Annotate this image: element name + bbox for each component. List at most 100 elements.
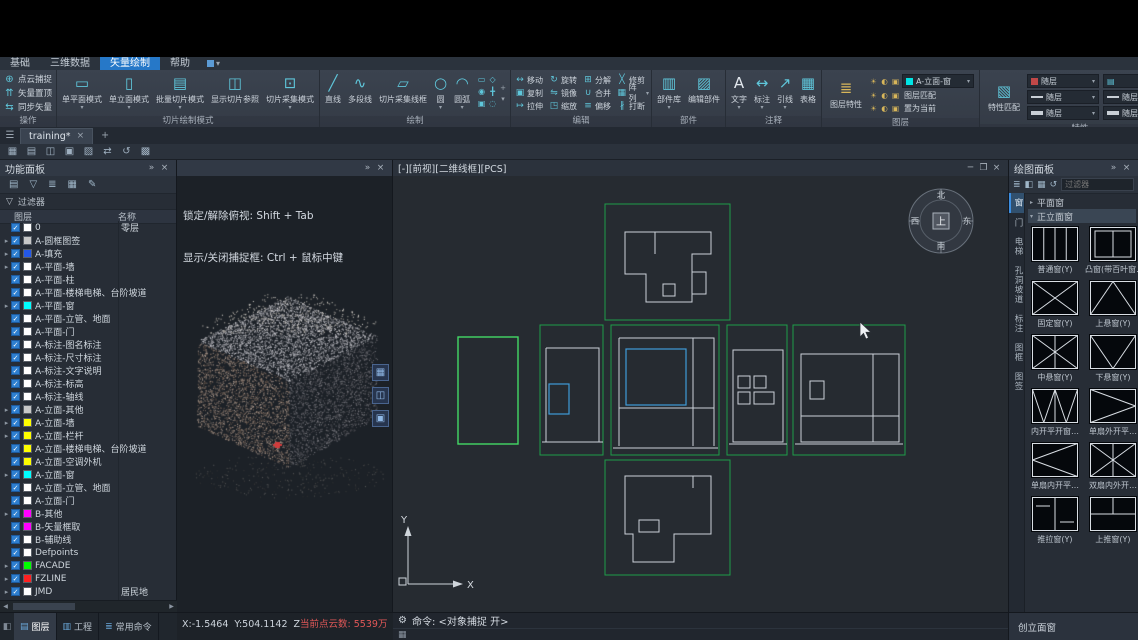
layer-color-swatch[interactable] <box>23 522 32 531</box>
close-tab-icon[interactable]: × <box>77 131 85 141</box>
vector-to-top-button[interactable]: ⇈矢量置顶 <box>4 87 52 99</box>
mini-tool-icon[interactable]: ╋ <box>487 87 498 99</box>
rotate-button[interactable]: ↻旋转 <box>547 74 581 87</box>
arc-button[interactable]: ◠圆弧▾ <box>451 72 473 114</box>
layer-color-swatch[interactable] <box>23 587 32 596</box>
layer-visibility-checkbox[interactable]: ✓ <box>11 301 20 310</box>
single-view-icon[interactable]: ▣ <box>61 146 78 157</box>
expand-arrow-icon[interactable]: ▸ <box>2 302 11 310</box>
mini-tool-icon[interactable]: ◌ <box>487 99 498 111</box>
scroll-left-icon[interactable]: ◀ <box>0 603 11 610</box>
expand-arrow-icon[interactable]: ▸ <box>2 237 11 245</box>
create-elevation-window-button[interactable]: 创立面窗 <box>1008 612 1138 640</box>
layer-tree-icon[interactable]: ▤ <box>9 179 18 190</box>
expand-arrow-icon[interactable]: ▸ <box>2 263 11 271</box>
panel-menu-icon[interactable]: ≣ <box>1013 180 1021 190</box>
minimize-icon[interactable]: ─ <box>964 163 977 173</box>
swap-views-icon[interactable]: ⇄ <box>99 146 116 157</box>
window-type-dbl[interactable]: 双扇内外开… <box>1086 442 1138 491</box>
layer-row[interactable]: ✓A-标注-尺寸标注 <box>0 351 177 364</box>
table-button[interactable]: ▦表格 <box>797 72 819 114</box>
layer-row[interactable]: ▸✓FZLINE <box>0 572 177 585</box>
layer-color-swatch[interactable] <box>23 405 32 414</box>
capture-box-button[interactable]: ▣ <box>372 410 389 427</box>
layer-freeze-icon[interactable]: ◐ <box>880 104 889 113</box>
layer-color-swatch[interactable] <box>23 353 32 362</box>
break-button[interactable]: ∦打断 <box>615 100 649 113</box>
collapse-panel-icon[interactable]: » <box>145 163 158 173</box>
polyline-button[interactable]: ∿多段线 <box>345 72 375 114</box>
layer-lock-icon[interactable]: ▣ <box>891 91 900 100</box>
expand-arrow-icon[interactable]: ▸ <box>2 432 11 440</box>
layer-row[interactable]: ▸✓A-平面-墙 <box>0 260 177 273</box>
layer-color-swatch[interactable] <box>23 574 32 583</box>
window-type-top[interactable]: 上悬窗(Y) <box>1086 280 1138 329</box>
layer-row[interactable]: ▸✓A-立面-栏杆 <box>0 429 177 442</box>
link-views-icon[interactable]: ▨ <box>80 146 97 157</box>
scale-button[interactable]: ◳缩放 <box>547 100 581 113</box>
refresh-views-icon[interactable]: ↺ <box>118 146 135 157</box>
horizontal-scrollbar[interactable]: ◀ ▶ <box>0 600 177 612</box>
set-current-layer-button[interactable]: 置为当前 <box>902 103 938 114</box>
split-view-icon[interactable]: ◫ <box>42 146 59 157</box>
window-type-plain[interactable]: 普通窗(Y) <box>1028 226 1082 275</box>
layer-visibility-checkbox[interactable]: ✓ <box>11 249 20 258</box>
draw-extra-tools[interactable]: ▭◇◉╋▣◌+▾ <box>474 72 508 114</box>
batch-slice-mode-button[interactable]: ▤批量切片模式▾ <box>153 72 207 114</box>
layer-color-swatch[interactable] <box>23 288 32 297</box>
layer-properties-button[interactable]: ≣图层特性 <box>827 77 865 111</box>
view-compass[interactable]: 北 南 西 东 上 <box>901 181 981 261</box>
line-button[interactable]: ╱直线 <box>322 72 344 114</box>
layer-color-swatch[interactable] <box>23 535 32 544</box>
layer-color-swatch[interactable] <box>23 340 32 349</box>
layer-row[interactable]: ▸✓A-平面-窗 <box>0 299 177 312</box>
close-icon[interactable]: × <box>990 163 1003 173</box>
layer-visibility-checkbox[interactable]: ✓ <box>11 574 20 583</box>
bylayer-select[interactable]: ▤▾ <box>1103 74 1138 88</box>
layer-visibility-checkbox[interactable]: ✓ <box>11 366 20 375</box>
bottom-tab-0[interactable]: ▤图层 <box>14 613 57 640</box>
symbol-section-1[interactable]: ▾正立面窗 <box>1028 209 1136 223</box>
layer-visibility-checkbox[interactable]: ✓ <box>11 470 20 479</box>
layer-visibility-checkbox[interactable]: ✓ <box>11 262 20 271</box>
scrollbar-thumb[interactable] <box>13 603 75 610</box>
layer-color-swatch[interactable] <box>23 379 32 388</box>
mini-tool-icon[interactable]: ◇ <box>487 75 498 87</box>
slice-capture-mode-button[interactable]: ⊡切片采集模式▾ <box>263 72 317 114</box>
grid-view-icon[interactable]: ▦ <box>1037 180 1046 190</box>
layer-row[interactable]: ▸✓A-立面-窗 <box>0 468 177 481</box>
view-preset-button[interactable]: ▦ <box>372 364 389 381</box>
dock-icon[interactable]: ◧ <box>0 622 14 632</box>
layer-visibility-checkbox[interactable]: ✓ <box>11 535 20 544</box>
expand-arrow-icon[interactable]: ▸ <box>2 575 11 583</box>
expand-all-icon[interactable]: ≣ <box>48 179 56 190</box>
edit-list-icon[interactable]: ✎ <box>88 179 96 190</box>
layer-color-swatch[interactable] <box>23 275 32 284</box>
layer-row[interactable]: ✓B-辅助线 <box>0 533 177 546</box>
menu-tab-3[interactable]: 帮助 <box>160 57 200 70</box>
layer-color-swatch[interactable] <box>23 470 32 479</box>
offset-button[interactable]: ≡偏移 <box>581 100 615 113</box>
layer-match-button[interactable]: 图层匹配 <box>902 90 938 101</box>
layer-row[interactable]: ✓A-平面-门 <box>0 325 177 338</box>
layer-visibility-checkbox[interactable]: ✓ <box>11 587 20 596</box>
category-tab-5[interactable]: 图框 <box>1009 338 1024 367</box>
show-slice-reference-button[interactable]: ◫显示切片参照 <box>208 72 262 114</box>
layer-row[interactable]: ✓B-矢量框取 <box>0 520 177 533</box>
layer-color-swatch[interactable] <box>23 236 32 245</box>
bylayer-select[interactable]: 随层▾ <box>1027 90 1099 104</box>
expander-icon[interactable]: + <box>500 84 506 92</box>
collapse-panel-icon[interactable]: » <box>361 163 374 173</box>
layer-color-swatch[interactable] <box>23 249 32 258</box>
bylayer-select[interactable]: 随层▾ <box>1027 74 1099 88</box>
document-tab-training[interactable]: training* × <box>20 128 93 144</box>
layer-visibility-checkbox[interactable]: ✓ <box>11 340 20 349</box>
menu-tab-0[interactable]: 基础 <box>0 57 40 70</box>
layer-color-swatch[interactable] <box>23 483 32 492</box>
layer-visibility-checkbox[interactable]: ✓ <box>11 548 20 557</box>
array-button[interactable]: ▦阵列▾ <box>615 87 649 100</box>
layer-row[interactable]: ✓A-立面-空调外机 <box>0 455 177 468</box>
layer-visibility-checkbox[interactable]: ✓ <box>11 509 20 518</box>
layer-color-swatch[interactable] <box>23 392 32 401</box>
layer-visibility-checkbox[interactable]: ✓ <box>11 561 20 570</box>
